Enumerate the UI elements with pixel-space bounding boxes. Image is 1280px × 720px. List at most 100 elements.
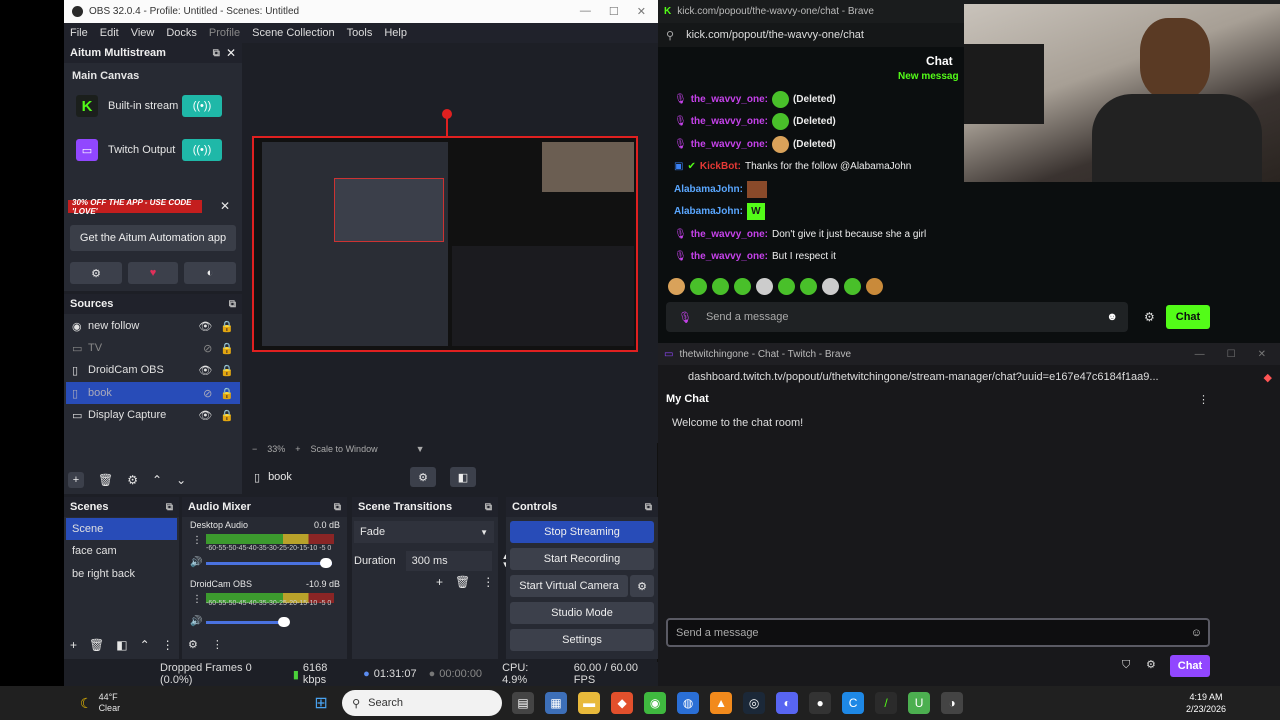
lock-icon[interactable]: 🔒 (220, 342, 234, 355)
eye-icon[interactable]: 👁 (198, 364, 212, 377)
volume-slider[interactable] (206, 562, 332, 565)
chat-username[interactable]: the_wavvy_one: (691, 94, 768, 105)
virtual-camera-gear-icon[interactable]: ⚙ (630, 575, 654, 597)
volume-slider-handle[interactable] (278, 617, 290, 627)
menu-profile[interactable]: Profile (209, 27, 240, 39)
source-properties-icon[interactable]: ⚙ (127, 473, 138, 487)
promo-banner[interactable]: 30% OFF THE APP - USE CODE 'LOVE' (68, 198, 202, 216)
taskbar-search[interactable]: ⚲ Search (342, 690, 503, 716)
task-view-icon[interactable]: ▤ (512, 692, 535, 714)
steam-icon[interactable]: ◎ (743, 692, 766, 714)
filters-icon[interactable]: ◧ (450, 467, 476, 487)
scene-item[interactable]: face cam (66, 540, 177, 562)
windows-start-icon[interactable]: ⊞ (310, 692, 332, 714)
chat-username[interactable]: AlabamaJohn: (674, 206, 743, 217)
emote-icon[interactable] (866, 278, 883, 295)
emote-icon[interactable] (844, 278, 861, 295)
feather-app-icon[interactable]: / (875, 692, 898, 714)
speaker-icon[interactable]: 🔊 (190, 557, 202, 568)
scene-item[interactable]: be right back (66, 563, 177, 585)
properties-gear-icon[interactable]: ⚙ (410, 467, 436, 487)
brave-shield-icon[interactable]: ◆ (1264, 371, 1272, 384)
network-app-icon[interactable]: ◑ (941, 692, 964, 714)
chat-username[interactable]: the_wavvy_one: (691, 116, 768, 127)
menu-edit[interactable]: Edit (100, 27, 119, 39)
discord-icon[interactable]: ◐ (776, 692, 799, 714)
more-icon[interactable]: ⋮ (162, 638, 174, 652)
eye-hidden-icon[interactable]: ⊘ (203, 342, 212, 355)
twitch-message-input[interactable]: Send a message ☺ (666, 618, 1210, 647)
menu-view[interactable]: View (131, 27, 155, 39)
channel-menu-icon[interactable]: ⋮ (192, 594, 202, 605)
move-up-icon[interactable]: ⌃ (152, 473, 162, 487)
emote-icon[interactable] (734, 278, 751, 295)
mod-shield-icon[interactable]: ⛉ (1122, 659, 1130, 672)
more-icon[interactable]: ⋮ (212, 638, 223, 651)
stop-streaming-button[interactable]: Stop Streaming (510, 521, 654, 543)
scene-item[interactable]: Scene (66, 518, 177, 540)
zoom-in-icon[interactable]: + (295, 444, 300, 454)
aitum-app-button[interactable]: Get the Aitum Automation app (70, 225, 236, 251)
settings-button[interactable]: Settings (510, 629, 654, 651)
chat-username[interactable]: the_wavvy_one: (691, 229, 768, 240)
scene-filters-icon[interactable]: ◧ (116, 638, 127, 652)
discord-icon[interactable]: ◐ (184, 262, 236, 284)
brave-browser-icon[interactable]: ◆ (611, 692, 634, 714)
emote-icon[interactable] (712, 278, 729, 295)
kick-message-input[interactable]: 🎙 Send a message ☻ (666, 302, 1128, 332)
chat-settings-gear-icon[interactable]: ⚙ (1146, 658, 1156, 671)
stream-toggle-button[interactable]: ((•)) (182, 95, 222, 117)
undock-icon[interactable]: ⧉ (645, 502, 652, 513)
chat-settings-gear-icon[interactable]: ⚙ (1144, 310, 1155, 324)
eye-icon[interactable]: 👁 (198, 409, 212, 422)
taskbar-clock[interactable]: 4:19 AM 2/23/2026 (1186, 691, 1226, 715)
emote-icon[interactable] (778, 278, 795, 295)
settings-gear-icon[interactable]: ⚙ (70, 262, 122, 284)
source-item[interactable]: ▯ book ⊘ 🔒 (66, 382, 240, 404)
menu-docks[interactable]: Docks (166, 27, 197, 39)
emoji-icon[interactable]: ☻ (1106, 311, 1118, 323)
obs-taskbar-icon[interactable]: ● (809, 692, 832, 714)
chat-username[interactable]: KickBot: (700, 161, 741, 172)
remove-source-icon[interactable]: 🗑 (98, 473, 113, 487)
advanced-audio-icon[interactable]: ⚙ (188, 638, 198, 651)
site-settings-icon[interactable]: ⚲ (666, 29, 674, 42)
close-icon[interactable]: ✕ (637, 5, 646, 18)
maximize-icon[interactable]: ☐ (1227, 349, 1236, 360)
upwork-icon[interactable]: U (908, 692, 931, 714)
volume-slider[interactable] (206, 621, 284, 624)
ccleaner-icon[interactable]: C (842, 692, 865, 714)
chevron-down-icon[interactable]: ▼ (416, 444, 425, 454)
widgets-icon[interactable]: ▦ (545, 692, 568, 714)
start-recording-button[interactable]: Start Recording (510, 548, 654, 570)
vlc-icon[interactable]: ▲ (710, 692, 733, 714)
app-icon[interactable]: ◍ (677, 692, 700, 714)
zoom-out-icon[interactable]: − (252, 444, 257, 454)
emote-icon[interactable] (690, 278, 707, 295)
chat-username[interactable]: the_wavvy_one: (691, 139, 768, 150)
more-icon[interactable]: ⋮ (482, 575, 494, 589)
eye-icon[interactable]: 👁 (198, 320, 212, 333)
add-scene-icon[interactable]: + (70, 638, 77, 652)
emote-icon[interactable] (668, 278, 685, 295)
lock-icon[interactable]: 🔒 (220, 320, 234, 333)
file-explorer-icon[interactable]: ▬ (578, 692, 601, 714)
preview-canvas[interactable] (252, 136, 638, 352)
undock-icon[interactable]: ⧉ (213, 48, 220, 59)
menu-tools[interactable]: Tools (347, 27, 373, 39)
undock-icon[interactable]: ⧉ (166, 502, 173, 513)
transition-select[interactable]: Fade ▼ (354, 521, 494, 543)
start-virtual-camera-button[interactable]: Start Virtual Camera (510, 575, 628, 597)
remove-scene-icon[interactable]: 🗑 (89, 638, 104, 652)
undock-icon[interactable]: ⧉ (334, 502, 341, 513)
chat-username[interactable]: the_wavvy_one: (691, 251, 768, 262)
emoji-icon[interactable]: ☺ (1191, 627, 1202, 639)
heart-icon[interactable]: ♥ (128, 262, 178, 284)
volume-slider-handle[interactable] (320, 558, 332, 568)
move-down-icon[interactable]: ⌄ (176, 473, 186, 487)
stream-toggle-button[interactable]: ((•)) (182, 139, 222, 161)
menu-scene-collection[interactable]: Scene Collection (252, 27, 335, 39)
new-messages-indicator[interactable]: New messag (898, 71, 959, 82)
close-dock-icon[interactable]: ✕ (226, 46, 236, 60)
menu-file[interactable]: File (70, 27, 88, 39)
